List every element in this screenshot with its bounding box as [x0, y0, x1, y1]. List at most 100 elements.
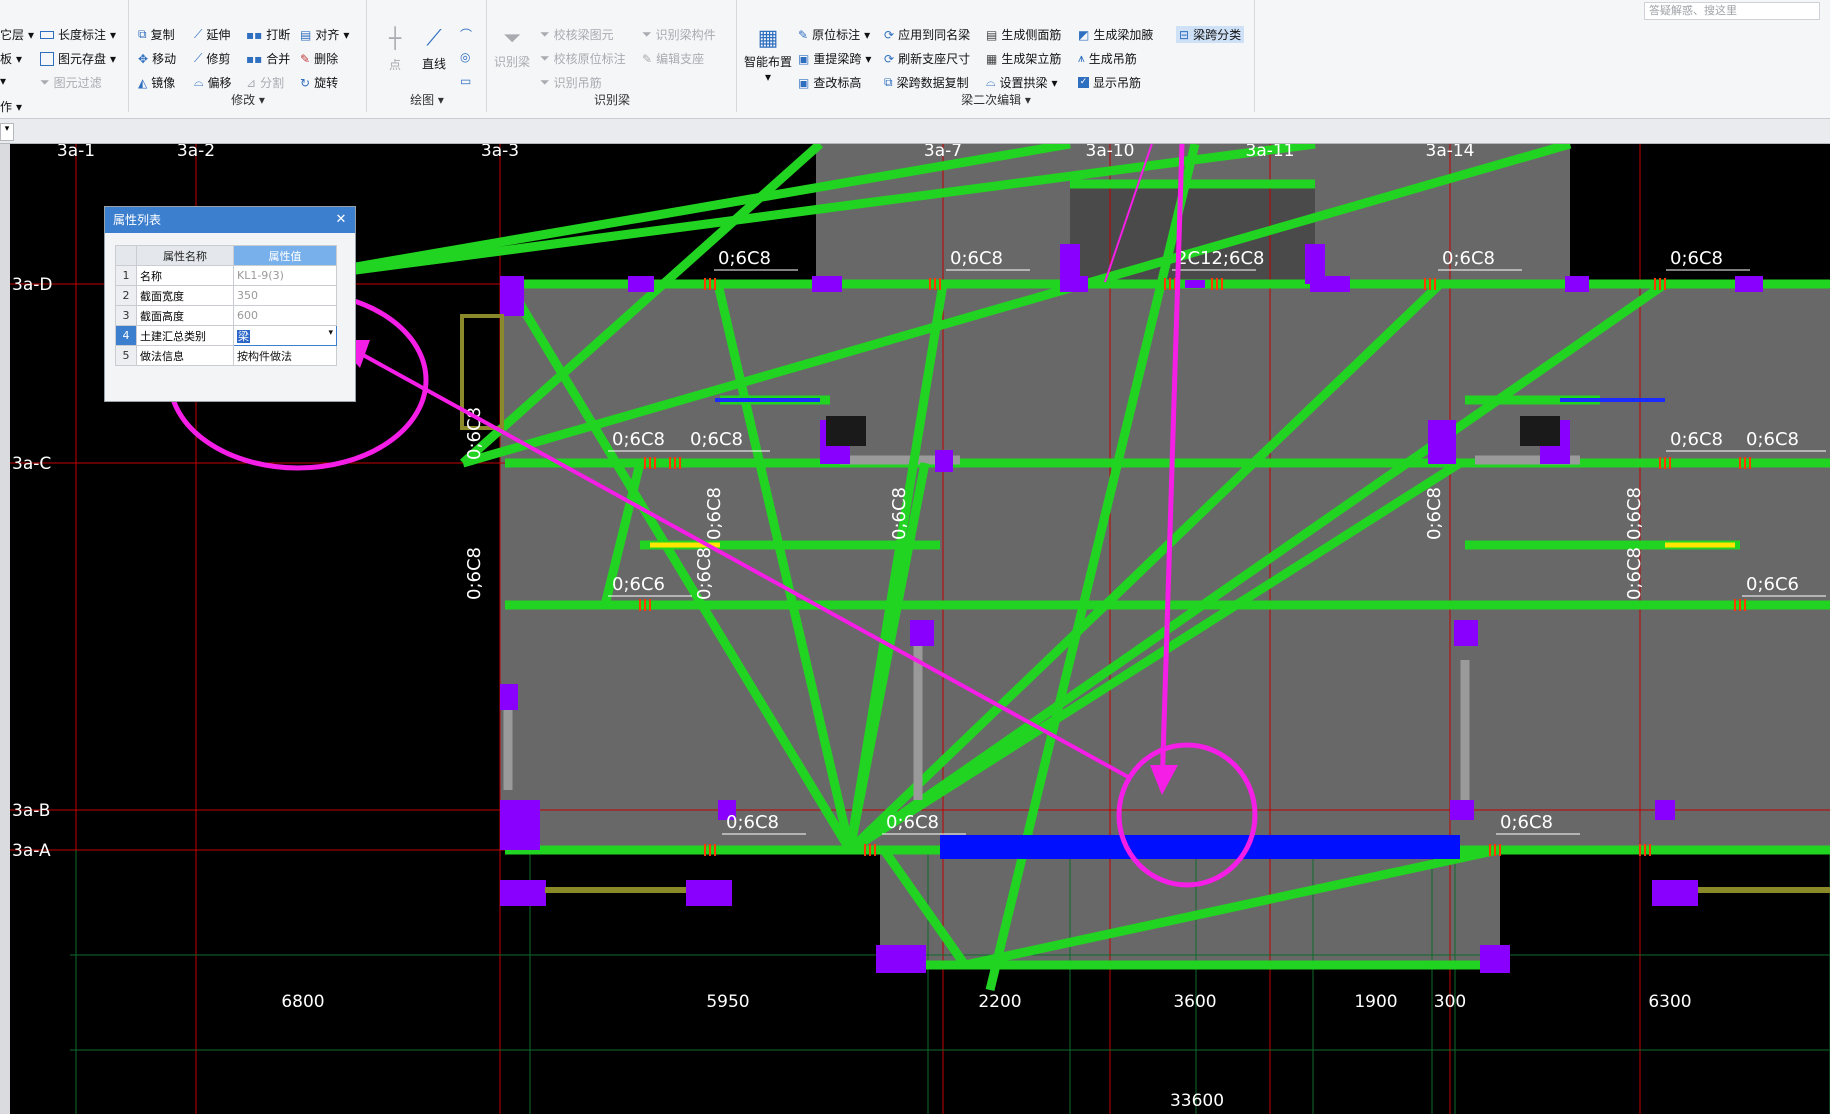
copy-button[interactable]: ⧉ 复制	[138, 26, 175, 43]
chevron-down-icon: ▾	[0, 74, 7, 88]
rebar-label: 0;6C8	[1424, 487, 1445, 540]
property-row[interactable]: 1 名称 KL1-9(3)	[115, 265, 337, 286]
apply-same-name-button[interactable]: ⟳ 应用到同名梁	[884, 26, 970, 43]
extend-icon: ⟋	[194, 27, 203, 41]
span-classify-button[interactable]: ⊟ 梁跨分类	[1176, 26, 1245, 43]
hanger-icon: ⩚	[1078, 51, 1085, 65]
save-element-button[interactable]: 图元存盘 ▾	[40, 50, 116, 67]
offset-label: 偏移	[207, 76, 232, 90]
check-elevation-button[interactable]: ▣ 查改标高	[798, 74, 861, 91]
offset-button[interactable]: ⌓ 偏移	[194, 74, 232, 91]
inplace-annotation-label: 原位标注	[812, 28, 861, 42]
row-number: 1	[115, 265, 137, 286]
delete-label: 删除	[314, 52, 339, 66]
rebar-label: 0;6C8	[1746, 429, 1799, 450]
beam-edit-group-label[interactable]: 梁二次编辑 ▾	[738, 91, 1254, 108]
extend-button[interactable]: ⟋ 延伸	[194, 26, 230, 43]
elevation-icon: ▣	[798, 75, 810, 90]
property-value[interactable]: KL1-9(3)	[233, 265, 337, 286]
summary-category-select[interactable]: 梁 ▾	[233, 325, 337, 346]
rotate-button[interactable]: ↻ 旋转	[300, 74, 338, 91]
line-label: 直线	[421, 57, 446, 71]
property-row-selected[interactable]: 4 土建汇总类别 梁 ▾	[115, 325, 337, 346]
modify-group-label[interactable]: 修改 ▾	[130, 91, 366, 108]
rebar-label: 0;6C8	[886, 812, 939, 833]
property-value[interactable]: 350	[233, 285, 337, 306]
modify-label-text: 修改	[231, 93, 256, 107]
close-icon[interactable]: ✕	[327, 207, 355, 233]
span-copy-button[interactable]: ⧉ 梁跨数据复制	[884, 74, 969, 91]
trim-button[interactable]: ⟋ 修剪	[194, 50, 230, 67]
side-rebar-button[interactable]: ▤ 生成侧面筋	[986, 26, 1061, 43]
identify-beam-button[interactable]: ⏷ 识别梁	[492, 26, 532, 70]
ribbon-group-identify: ⏷ 识别梁 ⏷ 校核梁图元 ⏷ 识别梁构件 ⏷ 校核原位标注 ✎ 编辑支座 ⏷ 识别吊筋 识…	[488, 0, 737, 112]
column	[1454, 620, 1478, 646]
haunch-button[interactable]: ◩ 生成梁加腋	[1078, 26, 1153, 43]
hanger-rebar-button[interactable]: ⩚ 生成吊筋	[1078, 50, 1137, 67]
identify-component-button[interactable]: ⏷ 识别梁构件	[642, 26, 716, 43]
layer-label: 它层	[0, 28, 25, 42]
show-hanger-checkbox[interactable]: ✓ 显示吊筋	[1078, 74, 1141, 91]
sub-toolbar: ▾	[0, 119, 1830, 144]
refresh-support-button[interactable]: ⟳ 刷新支座尺寸	[884, 50, 970, 67]
split-button[interactable]: ⊿ 分割	[246, 74, 284, 91]
arch-beam-button[interactable]: ⌓ 设置拱梁 ▾	[986, 74, 1058, 91]
column	[1428, 420, 1456, 464]
ribbon-group-draw: ┼ 点 ⟋ 直线 ⌒ ◎ ▭ 绘图 ▾	[368, 0, 487, 112]
dimension-label: 6300	[1648, 992, 1691, 1012]
element-filter-button[interactable]: ⏷ 图元过滤	[40, 74, 102, 91]
property-value[interactable]: 按构件做法	[233, 345, 337, 366]
re-extract-span-button[interactable]: ▣ 重提梁跨 ▾	[798, 50, 871, 67]
slab-dropdown[interactable]: 板 ▾	[0, 50, 22, 67]
search-input[interactable]: 答疑解惑、搜这里	[1644, 2, 1820, 20]
identify-hanger-button[interactable]: ⏷ 识别吊筋	[540, 74, 602, 91]
line-tool[interactable]: ⟋ 直线	[416, 26, 452, 72]
operate-label[interactable]: 作 ▾	[0, 98, 22, 115]
align-icon: ▤	[300, 27, 312, 42]
rebar-label: 0;6C8	[690, 429, 743, 450]
property-panel-title-text: 属性列表	[113, 213, 162, 227]
erection-rebar-label: 生成架立筋	[1001, 52, 1062, 66]
layer-dropdown[interactable]: 它层 ▾	[0, 26, 34, 43]
draw-group-label[interactable]: 绘图 ▾	[368, 91, 486, 108]
property-row[interactable]: 3 截面高度 600	[115, 305, 337, 326]
rebar-label: 0;6C8	[704, 487, 725, 540]
align-button[interactable]: ▤ 对齐 ▾	[300, 26, 349, 43]
property-value[interactable]: 600	[233, 305, 337, 326]
delete-button[interactable]: ✎ 删除	[300, 50, 338, 67]
rect-icon: ▭	[460, 74, 472, 88]
trim-label: 修剪	[206, 52, 231, 66]
split-icon: ⊿	[246, 75, 257, 90]
edit-support-button[interactable]: ✎ 编辑支座	[642, 50, 704, 67]
point-tool[interactable]: ┼ 点	[380, 26, 410, 73]
arc-tool[interactable]: ⌒	[460, 26, 472, 43]
side-rebar-label: 生成侧面筋	[1001, 28, 1062, 42]
mirror-button[interactable]: ◭ 镜像	[138, 74, 175, 91]
check-beam-button[interactable]: ⏷ 校核梁图元	[540, 26, 614, 43]
property-row[interactable]: 2 截面宽度 350	[115, 285, 337, 306]
checkbox-checked-icon: ✓	[1078, 77, 1089, 88]
chevron-down-icon[interactable]: ▾	[328, 328, 333, 338]
property-row[interactable]: 5 做法信息 按构件做法	[115, 345, 337, 366]
dimension-label: 6800	[281, 992, 324, 1012]
smart-layout-button[interactable]: ▦ 智能布置 ▾	[742, 26, 794, 84]
circle-tool[interactable]: ◎	[460, 50, 470, 64]
erection-rebar-button[interactable]: ▦ 生成架立筋	[986, 50, 1061, 67]
length-dim-button[interactable]: 长度标注 ▾	[40, 26, 116, 43]
column	[500, 276, 524, 316]
rect-tool[interactable]: ▭	[460, 74, 471, 88]
check-inplace-button[interactable]: ⏷ 校核原位标注	[540, 50, 626, 67]
check-elevation-label: 查改标高	[813, 76, 862, 90]
move-button[interactable]: ✥ 移动	[138, 50, 176, 67]
merge-button[interactable]: ▪▪ 合并	[246, 50, 290, 67]
row-number: 3	[115, 305, 137, 326]
row-number: 2	[115, 285, 137, 306]
arch-beam-label: 设置拱梁	[999, 76, 1048, 90]
refresh-icon: ⟳	[884, 51, 895, 66]
inplace-annotation-button[interactable]: ✎ 原位标注 ▾	[798, 26, 870, 43]
break-label: 打断	[266, 28, 291, 42]
dropdown-arrow-icon[interactable]: ▾	[0, 123, 14, 141]
op-dropdown[interactable]: ▾	[0, 74, 6, 88]
break-button[interactable]: ▪▪ 打断	[246, 26, 290, 43]
save-icon	[40, 51, 54, 66]
